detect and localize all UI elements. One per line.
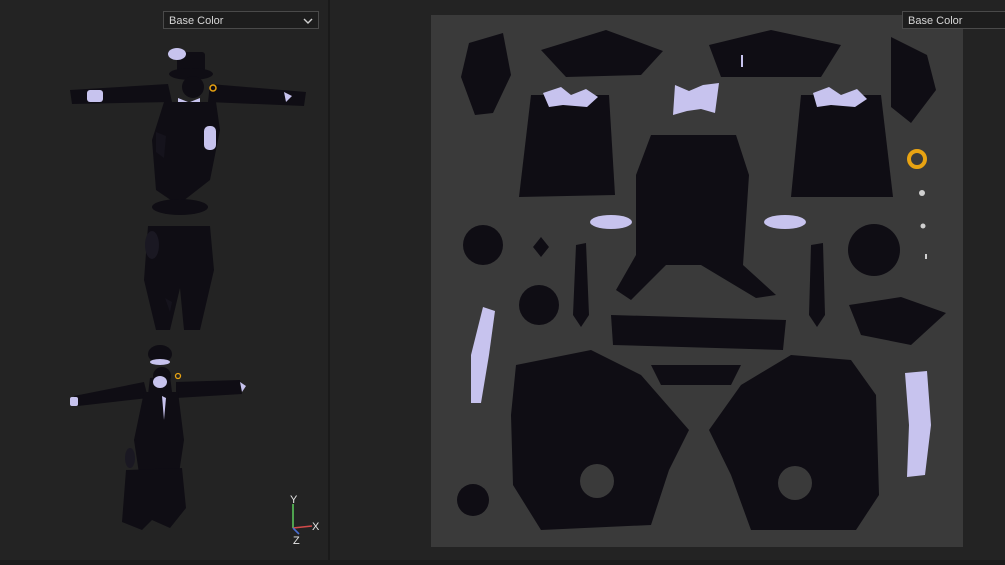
uv-island [519,95,615,197]
uv-island [809,243,825,327]
uv-island-cuff [764,215,806,229]
uv-island [611,315,786,350]
uv-island [849,297,946,345]
uv-island-cuff [590,215,632,229]
uv-islands [457,30,946,530]
model-perspective-view [70,345,246,530]
uv-island [541,30,663,77]
uv-island [573,243,589,327]
uv-island [463,225,503,265]
uv-island [848,224,900,276]
axis-x-label: X [312,521,320,533]
uv-island-collar [543,87,598,107]
uv-island-bow [673,83,719,115]
uv-island-strip [471,307,495,403]
uv-island [709,355,879,530]
bottom-border [0,560,1005,565]
uv-island [616,135,776,300]
uv-island-collar [813,87,867,107]
chevron-down-icon [303,18,313,24]
uv-island [651,365,741,385]
channel-dropdown-value: Base Color [908,15,963,27]
uv-island [457,484,489,516]
model-front-view [70,48,306,330]
channel-dropdown-3d[interactable]: Base Color [163,11,319,29]
axis-z-label: Z [293,535,300,546]
3d-viewport[interactable]: Base Color Y X Z [0,0,328,560]
channel-dropdown-uv[interactable]: Base Color [902,11,1005,29]
axis-gizmo: Y X Z [290,494,320,546]
uv-island-sliver [741,55,743,67]
uv-island [533,237,549,257]
uv-island [791,95,893,197]
uv-island [519,285,559,325]
uv-island [891,37,936,123]
uv-island-ring [907,149,927,169]
uv-texture-canvas[interactable] [431,15,963,547]
channel-dropdown-value: Base Color [169,15,224,27]
uv-island-strip [905,371,931,477]
uv-island [461,33,511,115]
axis-y-label: Y [290,494,298,506]
uv-island [709,30,841,77]
